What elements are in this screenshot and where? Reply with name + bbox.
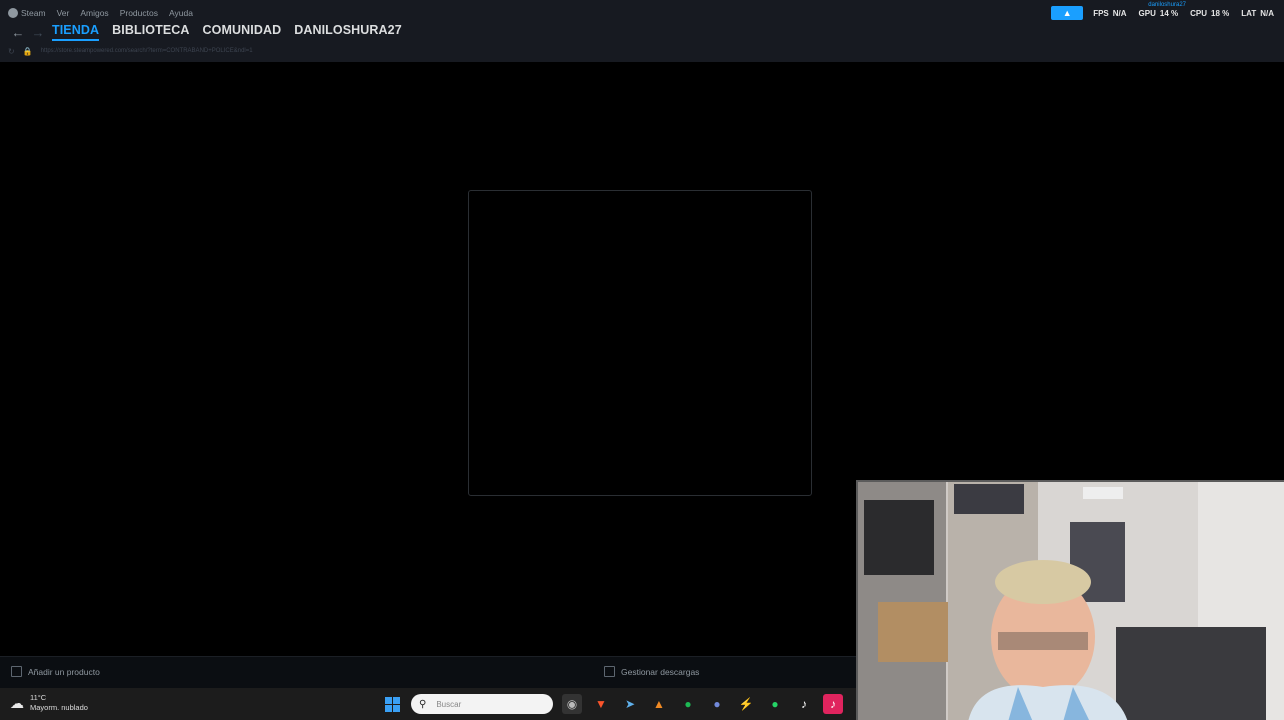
reload-icon[interactable]: ↻ xyxy=(8,47,15,56)
overlay-username: daniloshura27 xyxy=(1148,2,1186,8)
menu-item-view[interactable]: Ver xyxy=(57,8,70,18)
fps-value: N/A xyxy=(1112,8,1127,18)
windows-start-icon[interactable] xyxy=(382,694,402,714)
add-product-button[interactable]: Añadir un producto xyxy=(11,666,100,677)
search-placeholder: Buscar xyxy=(436,699,462,709)
menu-item-label: Steam xyxy=(21,8,46,18)
taskbar-apps: ⚲ Buscar ◉ ▼ ➤ ▲ ● ● ⚡ ● ♪ ♪ xyxy=(382,694,843,714)
steam-logo-icon xyxy=(8,8,18,18)
menu-item-friends[interactable]: Amigos xyxy=(80,8,108,18)
webcam-image xyxy=(858,482,1284,720)
menu-item-products[interactable]: Productos xyxy=(120,8,158,18)
tiktok-icon[interactable]: ♪ xyxy=(794,694,814,714)
tab-library[interactable]: BIBLIOTECA xyxy=(112,23,189,41)
brave-icon[interactable]: ▼ xyxy=(591,694,611,714)
menu-item-help[interactable]: Ayuda xyxy=(169,8,193,18)
tiktok-studio-icon[interactable]: ♪ xyxy=(823,694,843,714)
weather-desc: Mayorm. nublado xyxy=(30,703,88,712)
whatsapp-icon[interactable]: ● xyxy=(765,694,785,714)
fps-label: FPS xyxy=(1093,8,1109,18)
tab-profile[interactable]: DANILOSHURA27 xyxy=(294,23,402,41)
discord-icon[interactable]: ● xyxy=(707,694,727,714)
forward-arrow-icon[interactable]: → xyxy=(28,25,48,40)
cloud-icon: ☁ xyxy=(10,695,24,711)
tab-store[interactable]: TIENDA xyxy=(52,23,100,41)
chrome-icon[interactable]: ◉ xyxy=(562,694,582,714)
url-row: ↻ 🔒 https://store.steampowered.com/searc… xyxy=(8,45,253,57)
download-icon xyxy=(604,666,615,677)
weather-widget[interactable]: ☁ 11°C Mayorm. nublado xyxy=(10,693,88,713)
url-text[interactable]: https://store.steampowered.com/search/?t… xyxy=(41,48,253,54)
performance-overlay: daniloshura27 ▲ FPS N/A GPU 14 % CPU 18 … xyxy=(1051,2,1274,20)
antivirus-icon[interactable]: ▲ xyxy=(649,694,669,714)
windows-taskbar: ☁ 11°C Mayorm. nublado ⚲ Buscar ◉ ▼ ➤ ▲ … xyxy=(0,688,856,720)
gpu-value: 14 % xyxy=(1159,8,1179,18)
cpu-value: 18 % xyxy=(1211,8,1230,18)
telegram-icon[interactable]: ➤ xyxy=(620,694,640,714)
winamp-icon[interactable]: ⚡ xyxy=(736,694,756,714)
lock-icon: 🔒 xyxy=(22,46,33,56)
plus-box-icon xyxy=(11,666,22,677)
add-product-label: Añadir un producto xyxy=(28,666,100,677)
steam-bottom-bar: Añadir un producto Gestionar descargas xyxy=(0,656,856,689)
gpu-label: GPU xyxy=(1138,8,1156,18)
menu-bar: Steam Ver Amigos Productos Ayuda xyxy=(8,6,193,20)
back-arrow-icon[interactable]: ← xyxy=(8,25,28,40)
weather-temp: 11°C xyxy=(30,693,47,702)
lat-value: N/A xyxy=(1260,8,1274,18)
webcam-feed xyxy=(856,480,1284,720)
cpu-label: CPU xyxy=(1190,8,1208,18)
steam-header: Steam Ver Amigos Productos Ayuda ← → TIE… xyxy=(0,0,1284,62)
tab-community[interactable]: COMUNIDAD xyxy=(203,23,282,41)
taskbar-search[interactable]: ⚲ Buscar xyxy=(411,694,553,714)
manage-downloads-label: Gestionar descargas xyxy=(621,666,700,677)
spotify-icon[interactable]: ● xyxy=(678,694,698,714)
menu-item-steam[interactable]: Steam xyxy=(8,8,46,18)
notification-icon[interactable]: ▲ xyxy=(1051,6,1084,20)
manage-downloads-button[interactable]: Gestionar descargas xyxy=(604,666,699,677)
navigation-row: ← → TIENDA BIBLIOTECA COMUNIDAD DANILOSH… xyxy=(8,22,402,42)
loading-frame xyxy=(468,190,812,496)
main-tabs: TIENDA BIBLIOTECA COMUNIDAD DANILOSHURA2… xyxy=(52,23,402,41)
search-icon: ⚲ xyxy=(419,698,427,710)
lat-label: LAT xyxy=(1241,8,1257,18)
